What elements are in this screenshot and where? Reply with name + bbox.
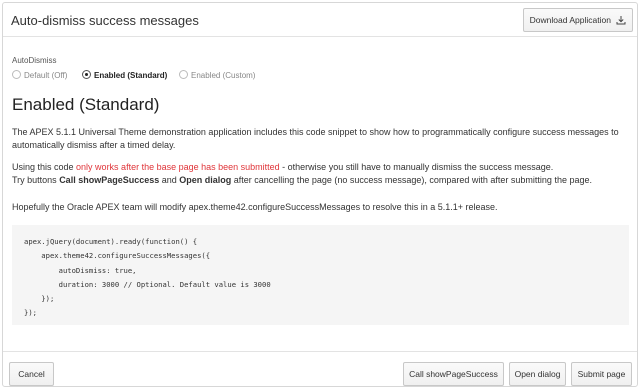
radio-circle[interactable] [179, 70, 188, 80]
code-snippet: apex.jQuery(document).ready(function() {… [12, 225, 629, 325]
usage-text: Try buttons [12, 174, 60, 185]
download-icon [616, 15, 626, 25]
section-heading: Enabled (Standard) [12, 95, 160, 114]
download-application-button[interactable]: Download Application [523, 8, 633, 32]
button-reference: Call showPageSuccess [59, 174, 160, 185]
page-title: Auto-dismiss success messages [11, 13, 199, 28]
radio-circle[interactable] [12, 70, 21, 80]
intro-paragraph: The APEX 5.1.1 Universal Theme demonstra… [12, 127, 619, 150]
radio-label: Enabled (Custom) [191, 71, 256, 80]
dialog-header: Auto-dismiss success messages Download A… [3, 3, 637, 37]
dialog-window: Auto-dismiss success messages Download A… [2, 2, 638, 387]
radio-label: Default (Off) [24, 71, 68, 80]
download-button-label: Download Application [529, 15, 611, 25]
radio-circle[interactable] [82, 70, 91, 80]
button-reference: Open dialog [179, 174, 232, 185]
open-dialog-button[interactable]: Open dialog [509, 362, 566, 386]
submit-page-button[interactable]: Submit page [571, 362, 632, 386]
usage-text: - otherwise you still have to manually d… [279, 162, 554, 172]
radio-enabled-custom[interactable]: Enabled (Custom) [179, 70, 256, 83]
call-show-page-success-button[interactable]: Call showPageSuccess [403, 362, 504, 386]
radio-label: Enabled (Standard) [94, 71, 168, 80]
usage-paragraph: Using this code only works after the bas… [12, 161, 627, 186]
warning-highlight: only works after the base page has been … [76, 162, 280, 172]
note-paragraph: Hopefully the Oracle APEX team will modi… [12, 202, 498, 212]
autodismiss-label: AutoDismiss [12, 56, 57, 65]
cancel-button[interactable]: Cancel [9, 362, 54, 386]
usage-text: after cancelling the page (no success me… [231, 174, 592, 185]
radio-default-off[interactable]: Default (Off) [12, 70, 68, 83]
usage-text: and [159, 174, 180, 185]
radio-enabled-standard[interactable]: Enabled (Standard) [82, 70, 168, 83]
footer-divider [3, 351, 637, 352]
usage-text: Using this code [12, 162, 77, 172]
